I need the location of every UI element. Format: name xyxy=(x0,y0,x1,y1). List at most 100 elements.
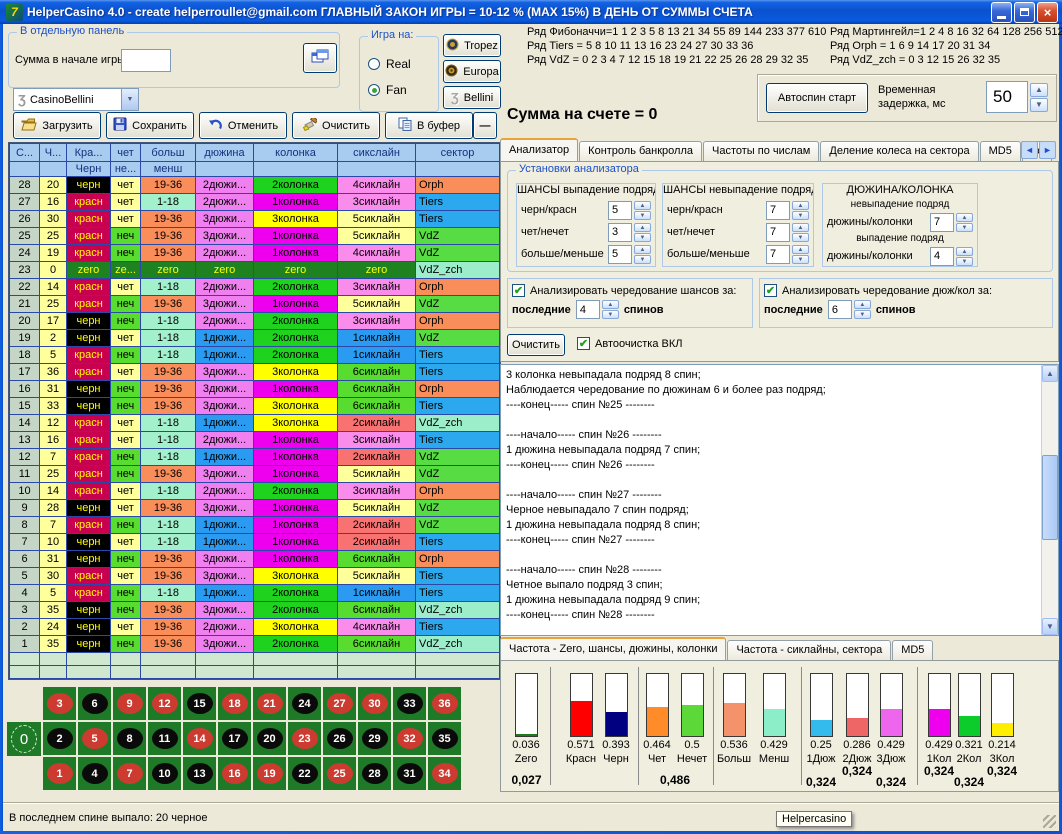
spinner-down-icon[interactable]: ▼ xyxy=(634,211,651,220)
spinner-up-icon[interactable]: ▲ xyxy=(634,245,651,254)
chevron-down-icon[interactable]: ▼ xyxy=(121,89,138,110)
roulette-number-cell[interactable]: 24 xyxy=(288,687,321,720)
roulette-number-cell[interactable]: 8 xyxy=(113,722,146,755)
roulette-number-cell[interactable]: 25 xyxy=(323,757,356,790)
collapse-button[interactable]: — xyxy=(473,112,497,139)
start-sum-input[interactable] xyxy=(121,49,171,72)
roulette-number-cell[interactable]: 31 xyxy=(393,757,426,790)
tab-md5[interactable]: MD5 xyxy=(980,141,1021,161)
roulette-number-cell[interactable]: 1 xyxy=(43,757,76,790)
close-button[interactable]: × xyxy=(1037,2,1058,23)
spinner-value[interactable]: 5 xyxy=(608,201,632,220)
spinner-up-icon[interactable]: ▲ xyxy=(956,213,973,222)
tab-анализатор[interactable]: Анализатор xyxy=(500,138,578,161)
tab-md5[interactable]: MD5 xyxy=(892,640,933,660)
roulette-number-cell[interactable]: 36 xyxy=(428,687,461,720)
roulette-number-cell[interactable]: 32 xyxy=(393,722,426,755)
spinner-down-icon[interactable]: ▼ xyxy=(956,223,973,232)
tab-частоты-по-числам[interactable]: Частоты по числам xyxy=(703,141,819,161)
spinner-up-icon[interactable]: ▲ xyxy=(634,223,651,232)
spinner-value[interactable]: 7 xyxy=(766,245,790,264)
spinner-down-icon[interactable]: ▼ xyxy=(792,233,809,242)
tab-деление-колеса-на-сектора[interactable]: Деление колеса на сектора xyxy=(820,141,978,161)
roulette-number-cell[interactable]: 9 xyxy=(113,687,146,720)
roulette-number-cell[interactable]: 14 xyxy=(183,722,216,755)
roulette-number-cell[interactable]: 28 xyxy=(358,757,391,790)
roulette-number-cell[interactable]: 34 xyxy=(428,757,461,790)
spinner-value[interactable]: 4 xyxy=(930,247,954,266)
roulette-number-cell[interactable]: 0 xyxy=(7,722,41,756)
radio-icon[interactable] xyxy=(368,84,380,96)
scroll-down-icon[interactable]: ▼ xyxy=(1042,618,1058,635)
clear-log-button[interactable]: Очистить xyxy=(507,334,565,356)
casino-button-europa[interactable]: Europa xyxy=(443,60,501,83)
roulette-number-cell[interactable]: 20 xyxy=(253,722,286,755)
spinner-down-icon[interactable]: ▼ xyxy=(634,233,651,242)
analyzer-log[interactable]: 3 колонка невыпадала подряд 8 спин; Набл… xyxy=(500,364,1059,636)
tab-частота-zero-шансы-дюжины-колонки[interactable]: Частота - Zero, шансы, дюжины, колонки xyxy=(500,637,726,660)
resize-grip[interactable] xyxy=(1043,815,1056,828)
alternation-dozen-checkbox[interactable]: ✔ xyxy=(764,284,777,297)
spinner-down-icon[interactable]: ▼ xyxy=(602,310,619,319)
spinner-value[interactable]: 7 xyxy=(930,213,954,232)
maximize-button[interactable] xyxy=(1014,2,1035,23)
detach-panel-button[interactable] xyxy=(303,43,337,73)
spinner-down-icon[interactable]: ▼ xyxy=(1030,98,1048,112)
spinner-down-icon[interactable]: ▼ xyxy=(792,211,809,220)
spinner-value[interactable]: 7 xyxy=(766,223,790,242)
roulette-number-cell[interactable]: 26 xyxy=(323,722,356,755)
autoclear-checkbox[interactable]: ✔ xyxy=(577,337,590,350)
spinner-value[interactable]: 6 xyxy=(828,300,852,319)
title-bar[interactable]: 7 HelperCasino 4.0 - create helperroulle… xyxy=(0,0,1062,24)
log-scrollbar[interactable]: ▲ ▼ xyxy=(1041,365,1058,635)
roulette-number-cell[interactable]: 3 xyxy=(43,687,76,720)
roulette-number-cell[interactable]: 7 xyxy=(113,757,146,790)
spinner-up-icon[interactable]: ▲ xyxy=(602,300,619,309)
roulette-number-cell[interactable]: 29 xyxy=(358,722,391,755)
roulette-number-cell[interactable]: 16 xyxy=(218,757,251,790)
casino-button-tropez[interactable]: Tropez xyxy=(443,34,501,57)
roulette-number-cell[interactable]: 22 xyxy=(288,757,321,790)
autospin-start-button[interactable]: Автоспин старт xyxy=(766,83,868,113)
minimize-button[interactable] xyxy=(991,2,1012,23)
spinner-up-icon[interactable]: ▲ xyxy=(634,201,651,210)
alternation-chances-checkbox[interactable]: ✔ xyxy=(512,284,525,297)
scroll-up-icon[interactable]: ▲ xyxy=(1042,365,1058,382)
roulette-number-cell[interactable]: 35 xyxy=(428,722,461,755)
toolbar-button-open-folder[interactable]: Загрузить xyxy=(13,112,101,139)
spinner-value[interactable]: 5 xyxy=(608,245,632,264)
spinner-up-icon[interactable]: ▲ xyxy=(792,245,809,254)
spinner-value[interactable]: 3 xyxy=(608,223,632,242)
roulette-number-cell[interactable]: 2 xyxy=(43,722,76,755)
tab-контроль-банкролла[interactable]: Контроль банкролла xyxy=(579,141,702,161)
tab-scroll-left-icon[interactable]: ◄ xyxy=(1021,141,1038,159)
spinner-down-icon[interactable]: ▼ xyxy=(854,310,871,319)
tab-частота-сиклайны-сектора[interactable]: Частота - сиклайны, сектора xyxy=(727,640,891,660)
spinner-value[interactable]: 7 xyxy=(766,201,790,220)
roulette-number-cell[interactable]: 17 xyxy=(218,722,251,755)
radio-icon[interactable] xyxy=(368,58,380,70)
spinner-up-icon[interactable]: ▲ xyxy=(792,201,809,210)
roulette-number-cell[interactable]: 10 xyxy=(148,757,181,790)
roulette-number-cell[interactable]: 18 xyxy=(218,687,251,720)
spinner-down-icon[interactable]: ▼ xyxy=(956,257,973,266)
roulette-number-cell[interactable]: 15 xyxy=(183,687,216,720)
casino-button-bellini[interactable]: ƷBellini xyxy=(443,86,501,109)
roulette-number-cell[interactable]: 21 xyxy=(253,687,286,720)
roulette-number-cell[interactable]: 6 xyxy=(78,687,111,720)
roulette-number-cell[interactable]: 30 xyxy=(358,687,391,720)
spinner-up-icon[interactable]: ▲ xyxy=(1030,83,1048,97)
spinner-down-icon[interactable]: ▼ xyxy=(792,255,809,264)
toolbar-button-clean-brush[interactable]: Очистить xyxy=(292,112,380,139)
radio-option-fan[interactable]: Fan xyxy=(368,77,411,103)
scrollbar-thumb[interactable] xyxy=(1042,455,1058,540)
roulette-number-cell[interactable]: 12 xyxy=(148,687,181,720)
roulette-number-cell[interactable]: 5 xyxy=(78,722,111,755)
roulette-number-cell[interactable]: 27 xyxy=(323,687,356,720)
spinner-value[interactable]: 50 xyxy=(986,81,1028,113)
spinner-up-icon[interactable]: ▲ xyxy=(854,300,871,309)
roulette-number-cell[interactable]: 4 xyxy=(78,757,111,790)
spinner-value[interactable]: 4 xyxy=(576,300,600,319)
radio-option-real[interactable]: Real xyxy=(368,51,411,77)
roulette-number-cell[interactable]: 11 xyxy=(148,722,181,755)
